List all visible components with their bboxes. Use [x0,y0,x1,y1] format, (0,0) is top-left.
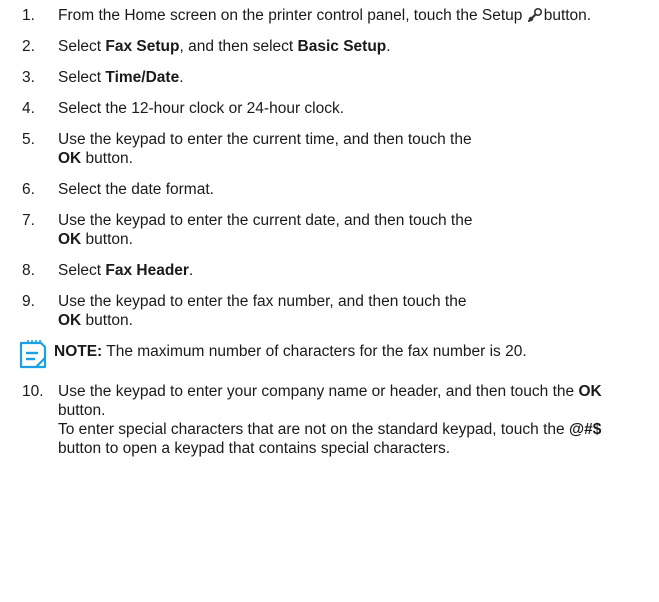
step-3: 3. Select Time/Date. [22,68,647,87]
step-text: Use the keypad to enter your company nam… [58,383,579,400]
step-text: To enter special characters that are not… [58,421,569,438]
step-body: From the Home screen on the printer cont… [58,6,647,25]
ui-label-ref: OK [58,312,82,329]
step-text: button to open a keypad that contains sp… [58,440,451,457]
step-number: 6. [22,181,35,198]
step-number: 1. [22,7,35,24]
step-number: 7. [22,212,35,229]
step-7: 7. Use the keypad to enter the current da… [22,211,647,249]
step-2: 2. Select Fax Setup, and then select Basi… [22,37,647,56]
wrench-icon [527,7,542,23]
step-text: From the Home screen on the printer cont… [58,7,527,24]
step-10-line1: Use the keypad to enter your company nam… [58,382,647,420]
note-icon [19,340,47,369]
step-text: button. [81,150,133,167]
note-block: NOTE: The maximum number of characters f… [19,340,647,370]
step-text: button. [81,231,133,248]
step-10-line2: To enter special characters that are not… [58,420,647,458]
step-text: , and then select [179,38,298,55]
step-body: Select the date format. [58,180,647,199]
special-chars-button-ref: @#$ [568,421,602,438]
ui-label-ref: Fax Setup [105,38,180,55]
step-text: Use the keypad to enter the fax number, … [58,293,467,310]
ui-label-ref: Basic Setup [297,38,387,55]
step-body: Select Fax Setup, and then select Basic … [58,37,647,56]
step-body: Use the keypad to enter the fax number, … [58,292,647,330]
step-6: 6. Select the date format. [22,180,647,199]
step-body: Use the keypad to enter the current time… [58,130,647,168]
step-number: 9. [22,293,35,310]
step-text: Select [58,69,106,86]
step-body: Use the keypad to enter the current date… [58,211,647,249]
step-8: 8. Select Fax Header. [22,261,647,280]
step-5: 5. Use the keypad to enter the current ti… [22,130,647,168]
steps-list: 1. From the Home screen on the printer co… [22,6,647,330]
step-text: Select the date format. [58,181,214,198]
step-number: 8. [22,262,35,279]
step-10: 10. Use the keypad to enter your company… [22,382,647,458]
step-number: 2. [22,38,35,55]
step-number: 10. [22,383,44,400]
step-text: button. [543,7,592,24]
step-number: 4. [22,100,35,117]
step-text: button. [58,402,106,419]
step-text: Use the keypad to enter the current date… [58,212,473,229]
step-4: 4. Select the 12-hour clock or 24-hour cl… [22,99,647,118]
step-body: Use the keypad to enter your company nam… [58,382,647,458]
step-text: Select the 12-hour clock or 24-hour cloc… [58,100,345,117]
ui-label-ref: Fax Header [105,262,189,279]
ui-label-ref: OK [58,150,82,167]
step-text: button. [81,312,133,329]
step-body: Select Time/Date. [58,68,647,87]
note-label: NOTE: [54,343,103,360]
note-text: NOTE: The maximum number of characters f… [54,340,647,361]
step-text: Select [58,38,106,55]
step-body: Select the 12-hour clock or 24-hour cloc… [58,99,647,118]
step-text: Select [58,262,106,279]
note-body: The maximum number of characters for the… [102,343,527,360]
step-9: 9. Use the keypad to enter the fax number… [22,292,647,330]
step-text: . [386,38,391,55]
ui-label-ref: OK [58,231,82,248]
step-text: . [188,262,194,279]
ok-button-ref: OK [578,383,602,400]
document-page: 1. From the Home screen on the printer co… [0,0,659,602]
step-number: 5. [22,131,35,148]
step-text: . [179,69,184,86]
step-number: 3. [22,69,35,86]
step-body: Select Fax Header. [58,261,647,280]
ui-label-ref: Time/Date [105,69,180,86]
step-1: 1. From the Home screen on the printer co… [22,6,647,25]
step-text: Use the keypad to enter the current time… [58,131,472,148]
